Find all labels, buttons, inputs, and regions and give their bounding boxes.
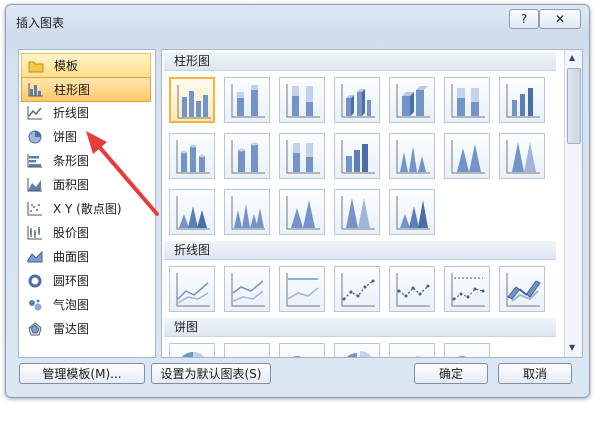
annotation-arrow-icon <box>86 131 159 216</box>
